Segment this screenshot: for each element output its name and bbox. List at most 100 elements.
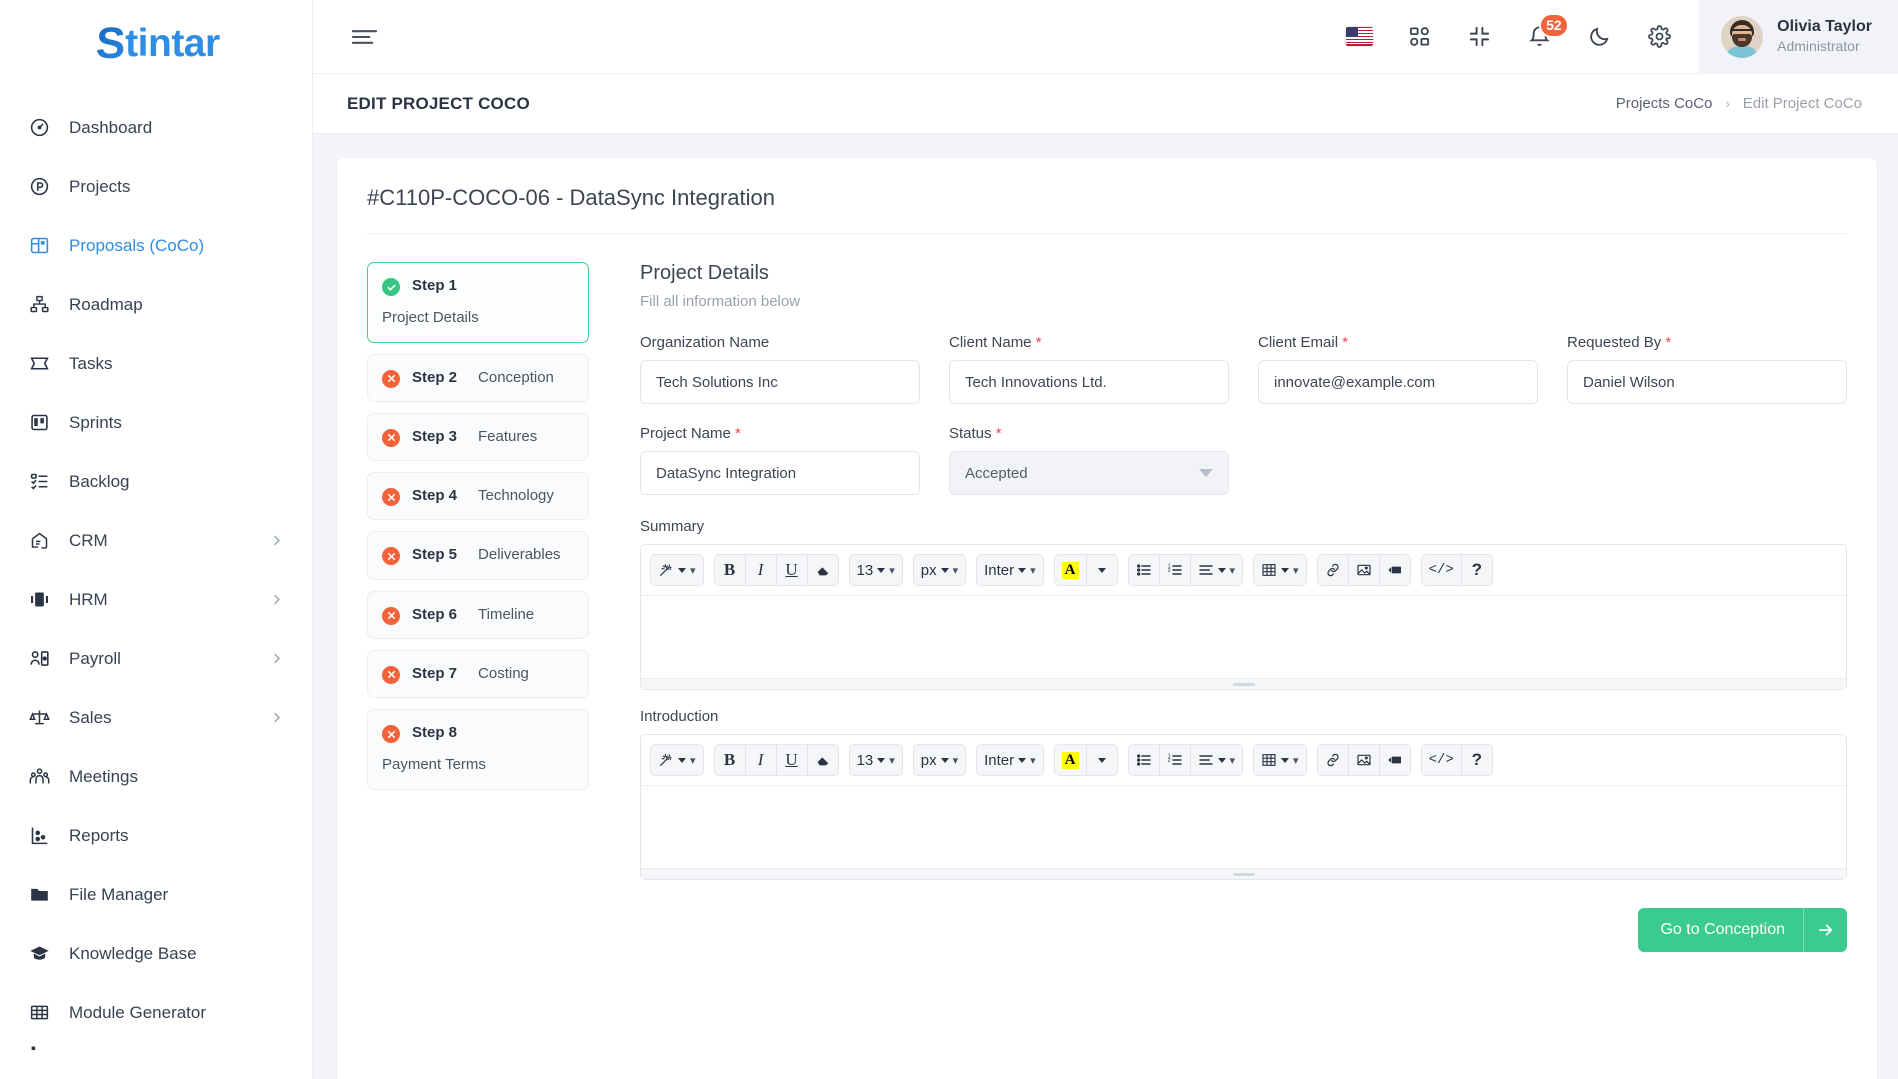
step-item-5[interactable]: Step 5 Deliverables (367, 531, 589, 580)
sidebar-item-knowledge-base[interactable]: Knowledge Base (0, 924, 312, 983)
sidebar-item-file-manager[interactable]: File Manager (0, 865, 312, 924)
summary-input[interactable] (641, 596, 1846, 678)
bullet-list-button[interactable] (1127, 744, 1160, 776)
organization-name-input[interactable] (640, 360, 920, 404)
sidebar-item-backlog[interactable]: Backlog (0, 452, 312, 511)
code-view-button[interactable]: </> (1420, 744, 1462, 776)
table-button[interactable]: ▾ (1253, 744, 1307, 776)
brand-logo[interactable]: Stintar (0, 0, 312, 88)
payroll-icon (26, 646, 52, 672)
unit-select[interactable]: px ▾ (912, 744, 967, 776)
user-menu[interactable]: Olivia Taylor Administrator (1699, 0, 1898, 74)
underline-button[interactable]: U (775, 744, 808, 776)
requested-by-input[interactable] (1567, 360, 1847, 404)
align-button[interactable]: ▾ (1189, 554, 1244, 586)
toolbar-group-fontfamily: Inter ▾ (976, 744, 1044, 776)
text-color-dropdown[interactable] (1085, 744, 1118, 776)
step-item-7[interactable]: Step 7 Costing (367, 649, 589, 698)
italic-button[interactable]: I (744, 554, 777, 586)
italic-button[interactable]: I (744, 744, 777, 776)
sidebar-item-payroll[interactable]: Payroll (0, 629, 312, 688)
font-size-select[interactable]: 13 ▾ (848, 554, 903, 586)
status-select[interactable]: Accepted (949, 451, 1229, 495)
image-button[interactable] (1347, 554, 1380, 586)
project-name-input[interactable] (640, 451, 920, 495)
align-button[interactable]: ▾ (1189, 744, 1244, 776)
sprints-icon (26, 410, 52, 436)
font-size-value: 13 (856, 561, 874, 579)
sidebar-item-projects[interactable]: Projects (0, 157, 312, 216)
sidebar-item-crm[interactable]: CRM (0, 511, 312, 570)
video-button[interactable] (1378, 554, 1411, 586)
step-item-6[interactable]: Step 6 Timeline (367, 590, 589, 639)
numbered-list-button[interactable]: 12 (1158, 744, 1191, 776)
font-family-select[interactable]: Inter ▾ (976, 554, 1044, 586)
sidebar-item-module-generator[interactable]: Module Generator (0, 983, 312, 1042)
hamburger-icon[interactable] (349, 22, 379, 52)
sidebar-item-reports[interactable]: Reports (0, 806, 312, 865)
magic-wand-icon[interactable]: ▾ (650, 554, 704, 586)
step-item-3[interactable]: Step 3 Features (367, 412, 589, 461)
go-to-conception-button[interactable]: Go to Conception (1638, 908, 1847, 952)
unit-select[interactable]: px ▾ (912, 554, 967, 586)
us-flag-icon[interactable] (1329, 7, 1389, 67)
sidebar-item-sprints[interactable]: Sprints (0, 393, 312, 452)
sidebar-item-tasks[interactable]: Tasks (0, 334, 312, 393)
step-item-1[interactable]: Step 1 Project Details (367, 262, 589, 343)
introduction-input[interactable] (641, 786, 1846, 868)
video-button[interactable] (1378, 744, 1411, 776)
step-item-2[interactable]: Step 2 Conception (367, 353, 589, 402)
table-button[interactable]: ▾ (1253, 554, 1307, 586)
field-client-name: Client Name * (949, 334, 1229, 404)
summary-resize-handle[interactable] (641, 678, 1846, 689)
link-button[interactable] (1316, 554, 1349, 586)
label-status: Status * (949, 425, 1229, 442)
sidebar-item-proposals[interactable]: Proposals (CoCo) (0, 216, 312, 275)
step-item-8[interactable]: Step 8 Payment Terms (367, 709, 589, 790)
help-button[interactable]: ? (1460, 554, 1493, 586)
font-family-select[interactable]: Inter ▾ (976, 744, 1044, 776)
label-project-name: Project Name * (640, 425, 920, 442)
introduction-resize-handle[interactable] (641, 868, 1846, 879)
sidebar-item-hrm[interactable]: HRM (0, 570, 312, 629)
form-subheading: Fill all information below (640, 293, 801, 310)
eraser-button[interactable] (806, 554, 839, 586)
eraser-button[interactable] (806, 744, 839, 776)
gear-icon[interactable] (1629, 7, 1689, 67)
compress-icon[interactable] (1449, 7, 1509, 67)
bold-button[interactable]: B (713, 554, 746, 586)
text-color-button[interactable]: A (1053, 744, 1087, 776)
sidebar-item-overflow[interactable] (0, 1042, 312, 1064)
image-button[interactable] (1347, 744, 1380, 776)
bell-icon[interactable]: 52 (1509, 7, 1569, 67)
moon-icon[interactable] (1569, 7, 1629, 67)
magic-wand-icon[interactable]: ▾ (650, 744, 704, 776)
sidebar-item-meetings[interactable]: Meetings (0, 747, 312, 806)
sidebar-item-dashboard[interactable]: Dashboard (0, 98, 312, 157)
sidebar-item-label: Reports (69, 825, 129, 845)
summary-editor: ▾ B I U 13 ▾ px ▾ Inter ▾ A 1 2 ▾ ▾ </> … (640, 544, 1847, 690)
bullet-list-button[interactable] (1127, 554, 1160, 586)
toolbar-group-style: ▾ (650, 554, 704, 586)
text-color-button[interactable]: A (1053, 554, 1087, 586)
sidebar-item-sales[interactable]: Sales (0, 688, 312, 747)
help-button[interactable]: ? (1460, 744, 1493, 776)
text-color-dropdown[interactable] (1085, 554, 1118, 586)
step-item-4[interactable]: Step 4 Technology (367, 472, 589, 521)
chevron-down-icon: ▾ (1030, 564, 1036, 577)
sidebar-item-roadmap[interactable]: Roadmap (0, 275, 312, 334)
dropdown-triangle (1018, 567, 1027, 573)
label-text: Requested By (1567, 334, 1662, 351)
client-email-input[interactable] (1258, 360, 1538, 404)
font-size-select[interactable]: 13 ▾ (848, 744, 903, 776)
breadcrumb-parent[interactable]: Projects CoCo (1616, 95, 1713, 112)
code-view-button[interactable]: </> (1420, 554, 1462, 586)
client-name-input[interactable] (949, 360, 1229, 404)
link-button[interactable] (1316, 744, 1349, 776)
underline-button[interactable]: U (775, 554, 808, 586)
bold-button[interactable]: B (713, 744, 746, 776)
apps-grid-icon[interactable] (1389, 7, 1449, 67)
sidebar-item-label: Sprints (69, 412, 122, 432)
numbered-list-button[interactable]: 12 (1158, 554, 1191, 586)
sidebar-item-label: File Manager (69, 884, 169, 904)
